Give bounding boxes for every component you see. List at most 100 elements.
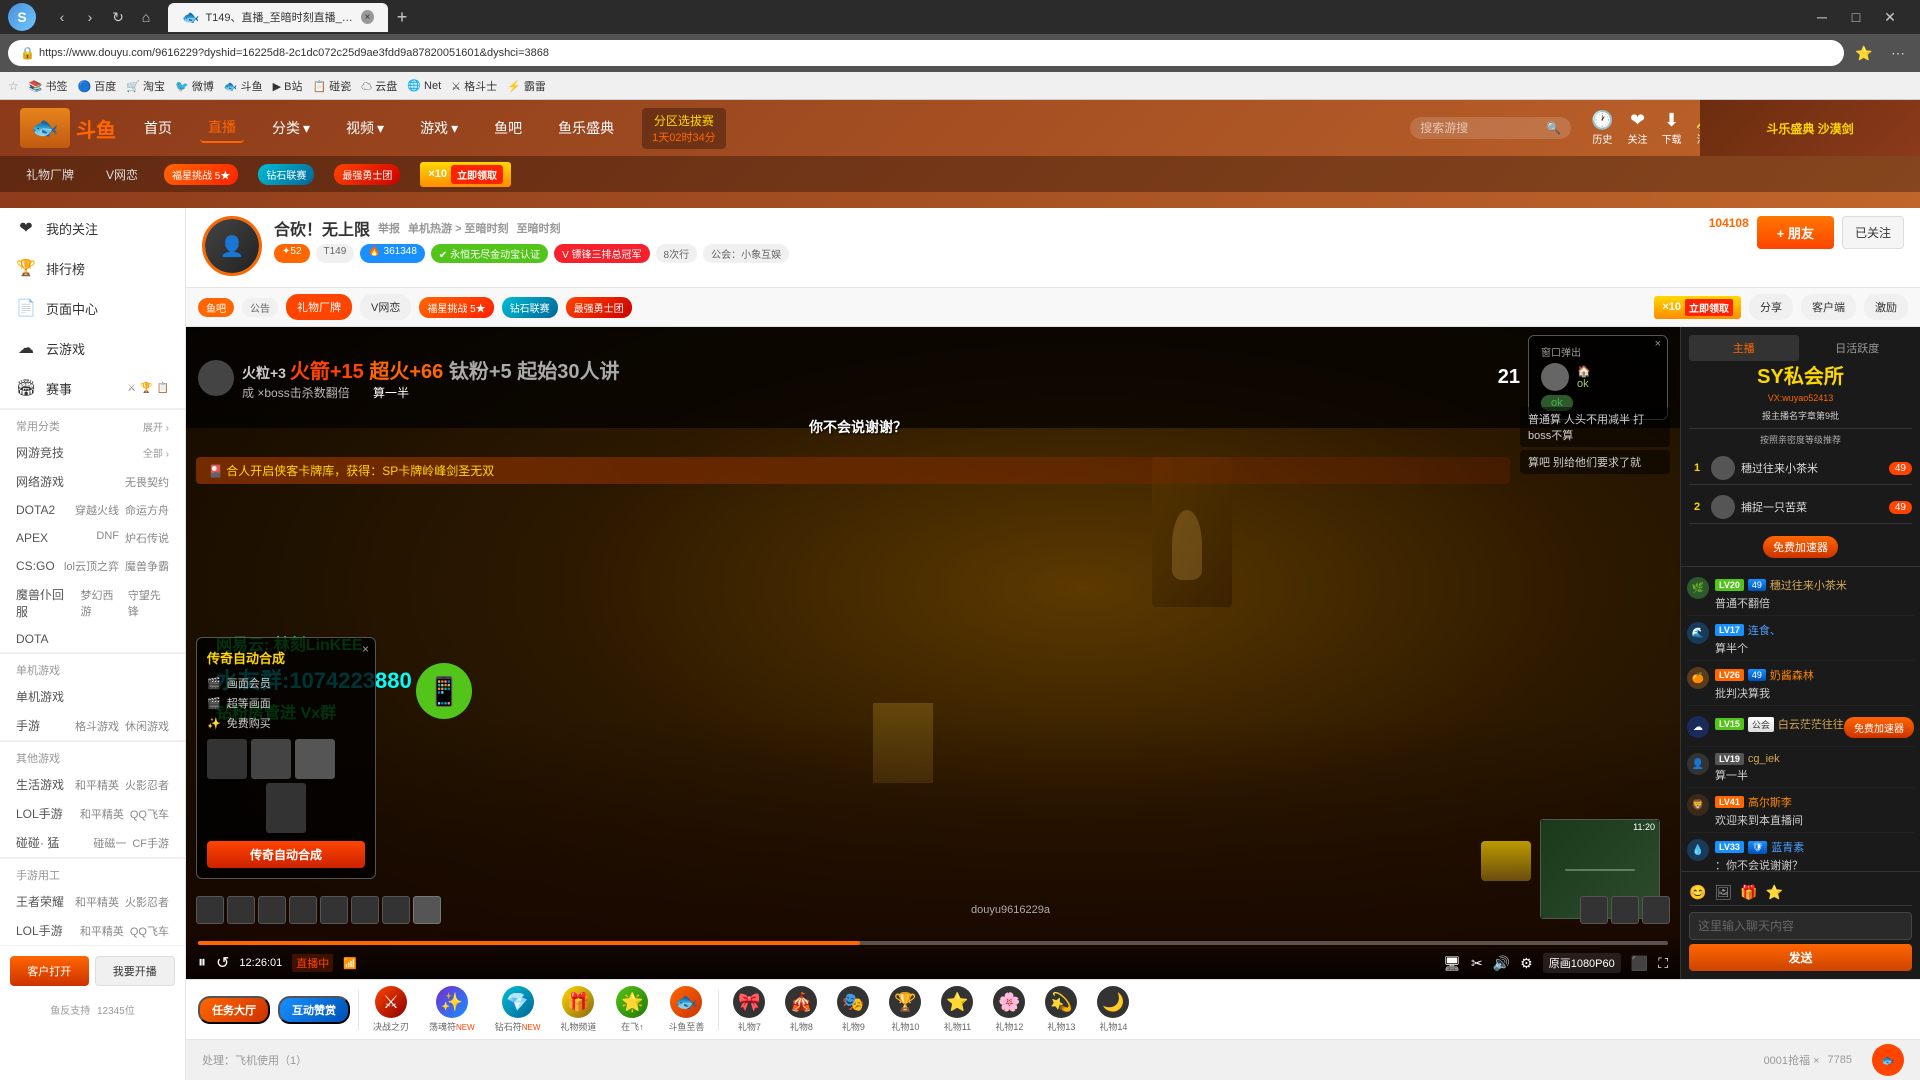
chat-input-field[interactable] <box>1689 912 1912 940</box>
open-client-btn[interactable]: 客户打开 <box>10 956 89 986</box>
gdyx-label[interactable]: 格斗游戏 <box>75 718 119 734</box>
task-hall-btn[interactable]: 任务大厅 <box>198 996 270 1024</box>
reload-button[interactable]: ↻ <box>104 3 132 31</box>
wzry-hp[interactable]: 和平精英 <box>75 894 119 910</box>
subnav-strong[interactable]: 最强勇士团 <box>334 164 400 185</box>
boost-btn[interactable]: 免费加速器 <box>1763 536 1838 558</box>
gift-item-6[interactable]: 🐟 斗鱼至善 <box>662 982 710 1037</box>
sidebar-lol2[interactable]: LOL手游 和平精英 QQ飞车 <box>0 916 185 945</box>
home-button[interactable]: ⌂ <box>132 3 160 31</box>
bookmark-button[interactable]: ⋯ <box>1884 39 1912 67</box>
nav-live[interactable]: 直播 <box>200 113 244 143</box>
tab-close-button[interactable]: × <box>361 10 374 24</box>
chat-send-button[interactable]: 发送 <box>1689 944 1912 971</box>
volume-icon[interactable]: 🔊 <box>1493 955 1510 972</box>
gift-item-1[interactable]: ⚔ 决战之刃 <box>367 982 415 1037</box>
yyrz-label[interactable]: 火影忍者 <box>125 777 169 793</box>
follow-button[interactable]: + 朋友 <box>1757 216 1834 249</box>
sidebar-wow[interactable]: 魔兽仆回服 梦幻西游 守望先锋 <box>0 580 185 626</box>
screen-record-icon[interactable]: 🖥 <box>1443 955 1461 972</box>
strong-warrior-btn[interactable]: 最强勇士团 <box>566 297 632 318</box>
subnav-challenge[interactable]: 福星挑战 5★ <box>164 164 238 185</box>
xxyx-label[interactable]: 休闲游戏 <box>125 718 169 734</box>
gift-item-2[interactable]: ✨ 荡魂符NEW <box>423 982 481 1037</box>
sidebar-pc-esports[interactable]: 网游竞技 全部 › <box>0 438 185 467</box>
free-accelerator-btn[interactable]: 免费加速器 <box>1844 717 1914 738</box>
wzry-yyrz[interactable]: 火影忍者 <box>125 894 169 910</box>
sidebar-single[interactable]: 单机游戏 <box>0 682 185 711</box>
bookmark-7[interactable]: ☁ 云盘 <box>361 78 397 94</box>
gift-item-14[interactable]: 🌙 礼物14 <box>1091 982 1135 1037</box>
gift-item-4[interactable]: 🎁 礼物频道 <box>554 982 602 1037</box>
sidebar-my-follow[interactable]: ❤ 我的关注 <box>0 208 185 248</box>
bookmark-8[interactable]: 🌐 Net <box>407 79 441 92</box>
sidebar-ranking[interactable]: 🏆 排行榜 <box>0 248 185 288</box>
sidebar-wanwang[interactable]: 网络游戏 无畏契约 <box>0 467 185 496</box>
x10-badge[interactable]: ×10 立即领取 <box>1654 296 1741 319</box>
now-btn[interactable]: 立即领取 <box>451 165 503 184</box>
esports-sub2[interactable]: 🏆 <box>140 383 152 394</box>
share-btn[interactable]: 分享 <box>1749 294 1793 320</box>
special-badge[interactable]: ×10 立即领取 <box>420 162 511 187</box>
nav-forum[interactable]: 鱼吧 <box>486 114 530 142</box>
bookmark-1[interactable]: 🔵 百度 <box>78 78 117 94</box>
video-container[interactable]: 火粒+3 火箭+15 超火+66 钛粉+5 起始30人讲 成 ×boss击杀数翻… <box>186 327 1680 979</box>
sidebar-other2[interactable]: 碰碰· 猛 碰磁一 CF手游 <box>0 828 185 857</box>
hs-label[interactable]: 炉石传说 <box>125 530 169 546</box>
image-icon[interactable]: 🖼 <box>1714 884 1732 901</box>
bookmark-9[interactable]: ⚔ 格斗士 <box>451 78 497 94</box>
nav-home[interactable]: 首页 <box>136 114 180 142</box>
swxf-label[interactable]: 守望先锋 <box>128 587 169 619</box>
close-window-button[interactable]: ✕ <box>1876 3 1904 31</box>
subnav-network[interactable]: V网恋 <box>100 162 144 187</box>
instant-claim[interactable]: 立即领取 <box>1685 299 1733 316</box>
gift-item-11[interactable]: ⭐ 礼物11 <box>935 982 979 1037</box>
progress-bar[interactable] <box>198 941 1668 945</box>
hpjy2-label[interactable]: 和平精英 <box>80 806 124 822</box>
sidebar-dota2[interactable]: DOTA2 穿越火线 命运方舟 <box>0 496 185 524</box>
report-btn[interactable]: 举报 <box>378 220 400 236</box>
mhxy-label[interactable]: 梦幻西游 <box>81 587 122 619</box>
tool-fishbar[interactable]: 鱼吧 <box>198 298 234 317</box>
gift-item-8[interactable]: 🎪 礼物8 <box>779 982 823 1037</box>
subnav-diamond[interactable]: 钻石联赛 <box>258 164 314 185</box>
nav-game[interactable]: 游戏 <box>412 114 466 142</box>
bookmark-10[interactable]: ⚡ 霸雷 <box>507 78 546 94</box>
new-tab-button[interactable]: + <box>388 3 416 31</box>
emoji-icon[interactable]: 😊 <box>1689 884 1706 901</box>
fullscreen-icon[interactable]: ⛶ <box>1658 955 1668 972</box>
gift-item-7[interactable]: 🎀 礼物7 <box>727 982 771 1037</box>
sidebar-life[interactable]: 生活游戏 和平精英 火影忍者 <box>0 770 185 799</box>
follow-icon-btn[interactable]: ❤ 关注 <box>1628 110 1648 146</box>
qqfc-label[interactable]: QQ飞车 <box>130 806 169 822</box>
search-icon[interactable]: 🔍 <box>1546 121 1561 135</box>
theater-icon[interactable]: ⬛ <box>1631 955 1648 972</box>
nav-category[interactable]: 分类 <box>264 114 318 142</box>
subnav-gift[interactable]: 礼物厂牌 <box>20 162 80 187</box>
gift-item-3[interactable]: 💎 钻石符NEW <box>489 982 547 1037</box>
mmf-label[interactable]: 命运方舟 <box>125 502 169 518</box>
cfsy-label[interactable]: CF手游 <box>132 835 169 851</box>
star-icon[interactable]: ⭐ <box>1766 884 1783 901</box>
sidebar-mobile1[interactable]: 手游 格斗游戏 休闲游戏 <box>0 711 185 740</box>
back-button[interactable]: ‹ <box>48 3 76 31</box>
dnf-label[interactable]: DNF <box>96 530 119 546</box>
url-input[interactable]: 🔒 https://www.douyu.com/9616229?dyshid=1… <box>8 40 1844 66</box>
diamond-league-btn[interactable]: 钻石联赛 <box>502 297 558 318</box>
bookmark-2[interactable]: 🛒 淘宝 <box>126 78 165 94</box>
sidebar-esports[interactable]: 🏟 赛事 ⚔ 🏆 📋 <box>0 368 185 408</box>
extensions-button[interactable]: ⭐ <box>1850 39 1878 67</box>
interact-btn[interactable]: 互动赞赏 <box>278 996 350 1024</box>
lol2-qq[interactable]: QQ飞车 <box>130 923 169 939</box>
history-icon-btn[interactable]: 🕐 历史 <box>1591 110 1613 146</box>
cfr-label[interactable]: 穿越火线 <box>75 502 119 518</box>
scissors-icon[interactable]: ✂ <box>1471 955 1483 972</box>
net-love-btn[interactable]: V网恋 <box>360 294 411 320</box>
customer-btn[interactable]: 客户端 <box>1801 294 1856 320</box>
minimize-button[interactable]: ─ <box>1808 3 1836 31</box>
loldz-label[interactable]: lol云顶之弈 <box>64 558 119 574</box>
gift-brand-btn[interactable]: 礼物厂牌 <box>286 294 352 320</box>
expand-icon[interactable]: 展开 › <box>143 419 169 434</box>
play-pause-btn[interactable]: ⏸ <box>198 954 206 972</box>
lol2-hp[interactable]: 和平精英 <box>80 923 124 939</box>
